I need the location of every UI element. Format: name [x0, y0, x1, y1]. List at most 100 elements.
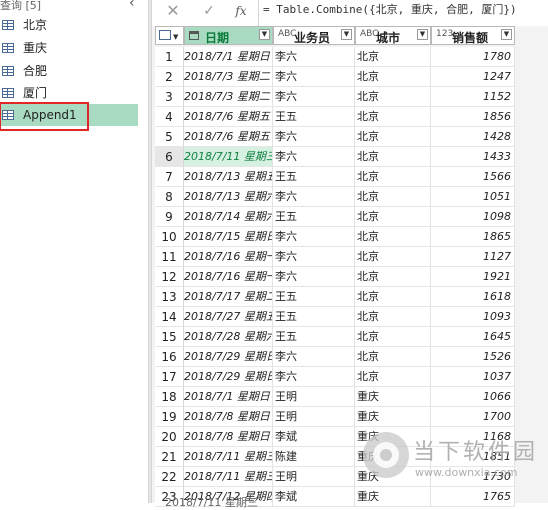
city-cell[interactable]: 北京 [355, 347, 431, 367]
salesperson-cell[interactable]: 李斌 [273, 487, 355, 507]
row-number[interactable]: 8 [155, 187, 184, 207]
salesperson-cell[interactable]: 李六 [273, 267, 355, 287]
query-item-beijing[interactable]: 北京 [0, 14, 138, 36]
fx-icon[interactable]: fx [230, 2, 252, 20]
sales-cell[interactable]: 1700 [431, 407, 515, 427]
date-cell[interactable]: 2018/7/29 星期日 [184, 347, 273, 367]
row-number[interactable]: 5 [155, 127, 184, 147]
date-cell[interactable]: 2018/7/1 星期日 [184, 387, 273, 407]
city-cell[interactable]: 北京 [355, 207, 431, 227]
date-cell[interactable]: 2018/7/27 星期五 [184, 307, 273, 327]
date-cell[interactable]: 2018/7/11 星期三 [184, 147, 273, 167]
city-cell[interactable]: 北京 [355, 287, 431, 307]
city-cell[interactable]: 北京 [355, 147, 431, 167]
sales-cell[interactable]: 1247 [431, 67, 515, 87]
sales-cell[interactable]: 1037 [431, 367, 515, 387]
row-number[interactable]: 14 [155, 307, 184, 327]
column-header[interactable]: 123 销售额 ▼ [431, 26, 515, 45]
filter-dropdown-icon[interactable]: ▼ [341, 29, 352, 40]
sales-cell[interactable]: 1765 [431, 487, 515, 507]
salesperson-cell[interactable]: 王五 [273, 167, 355, 187]
sales-cell[interactable]: 1098 [431, 207, 515, 227]
sales-cell[interactable]: 1127 [431, 247, 515, 267]
sales-cell[interactable]: 1093 [431, 307, 515, 327]
city-cell[interactable]: 北京 [355, 187, 431, 207]
city-cell[interactable]: 北京 [355, 67, 431, 87]
city-cell[interactable]: 北京 [355, 167, 431, 187]
salesperson-cell[interactable]: 李六 [273, 367, 355, 387]
row-number[interactable]: 2 [155, 67, 184, 87]
date-cell[interactable]: 2018/7/8 星期日 [184, 407, 273, 427]
sales-cell[interactable]: 1152 [431, 87, 515, 107]
date-cell[interactable]: 2018/7/13 星期五 [184, 167, 273, 187]
filter-dropdown-icon[interactable]: ▼ [259, 29, 270, 40]
date-cell[interactable]: 2018/7/6 星期五 [184, 107, 273, 127]
row-number[interactable]: 19 [155, 407, 184, 427]
row-number[interactable]: 18 [155, 387, 184, 407]
salesperson-cell[interactable]: 李六 [273, 187, 355, 207]
row-number[interactable]: 7 [155, 167, 184, 187]
city-cell[interactable]: 北京 [355, 367, 431, 387]
salesperson-cell[interactable]: 李六 [273, 87, 355, 107]
sales-cell[interactable]: 1780 [431, 47, 515, 67]
row-number[interactable]: 13 [155, 287, 184, 307]
sales-cell[interactable]: 1645 [431, 327, 515, 347]
salesperson-cell[interactable]: 王五 [273, 107, 355, 127]
sales-cell[interactable]: 1921 [431, 267, 515, 287]
row-number[interactable]: 9 [155, 207, 184, 227]
date-cell[interactable]: 2018/7/28 星期六 [184, 327, 273, 347]
salesperson-cell[interactable]: 王明 [273, 467, 355, 487]
salesperson-cell[interactable]: 王五 [273, 307, 355, 327]
date-cell[interactable]: 2018/7/17 星期二 [184, 287, 273, 307]
sales-cell[interactable]: 1730 [431, 467, 515, 487]
date-cell[interactable]: 2018/7/1 星期日 [184, 47, 273, 67]
query-item-hefei[interactable]: 合肥 [0, 60, 138, 82]
date-cell[interactable]: 2018/7/14 星期六 [184, 207, 273, 227]
salesperson-cell[interactable]: 李六 [273, 347, 355, 367]
row-number[interactable]: 15 [155, 327, 184, 347]
sales-cell[interactable]: 1168 [431, 427, 515, 447]
row-number[interactable]: 3 [155, 87, 184, 107]
sales-cell[interactable]: 1066 [431, 387, 515, 407]
date-cell[interactable]: 2018/7/15 星期日 [184, 227, 273, 247]
city-cell[interactable]: 北京 [355, 247, 431, 267]
sales-cell[interactable]: 1566 [431, 167, 515, 187]
formula-input[interactable]: = Table.Combine({北京, 重庆, 合肥, 厦门}) [263, 0, 517, 22]
city-cell[interactable]: 北京 [355, 327, 431, 347]
salesperson-cell[interactable]: 李六 [273, 67, 355, 87]
sales-cell[interactable]: 1051 [431, 187, 515, 207]
date-cell[interactable]: 2018/7/11 星期三 [184, 467, 273, 487]
cancel-icon[interactable]: ✕ [162, 2, 184, 20]
salesperson-cell[interactable]: 李斌 [273, 427, 355, 447]
date-cell[interactable]: 2018/7/8 星期日 [184, 427, 273, 447]
salesperson-cell[interactable]: 李六 [273, 127, 355, 147]
city-cell[interactable]: 北京 [355, 307, 431, 327]
query-item-append1[interactable]: Append1 [0, 104, 138, 126]
city-cell[interactable]: 重庆 [355, 407, 431, 427]
city-cell[interactable]: 重庆 [355, 447, 431, 467]
sales-cell[interactable]: 1526 [431, 347, 515, 367]
city-cell[interactable]: 北京 [355, 107, 431, 127]
salesperson-cell[interactable]: 王五 [273, 287, 355, 307]
date-cell[interactable]: 2018/7/3 星期二 [184, 87, 273, 107]
query-item-chongqing[interactable]: 重庆 [0, 37, 138, 59]
date-cell[interactable]: 2018/7/13 星期六 [184, 187, 273, 207]
date-cell[interactable]: 2018/7/16 星期一 [184, 247, 273, 267]
date-cell[interactable]: 2018/7/6 星期五 [184, 127, 273, 147]
date-cell[interactable]: 2018/7/11 星期三 [184, 447, 273, 467]
column-header[interactable]: 日期 ▼ [184, 26, 273, 45]
filter-dropdown-icon[interactable]: ▼ [417, 29, 428, 40]
city-cell[interactable]: 北京 [355, 267, 431, 287]
city-cell[interactable]: 重庆 [355, 387, 431, 407]
salesperson-cell[interactable]: 王明 [273, 407, 355, 427]
row-number[interactable]: 20 [155, 427, 184, 447]
sales-cell[interactable]: 1618 [431, 287, 515, 307]
collapse-pane-icon[interactable]: ‹ [129, 0, 135, 11]
row-number[interactable]: 1 [155, 47, 184, 67]
column-header[interactable]: ABC 城市 ▼ [355, 26, 431, 45]
query-item-xiamen[interactable]: 厦门 [0, 82, 138, 104]
sales-cell[interactable]: 1856 [431, 107, 515, 127]
city-cell[interactable]: 重庆 [355, 467, 431, 487]
sales-cell[interactable]: 1433 [431, 147, 515, 167]
salesperson-cell[interactable]: 李六 [273, 47, 355, 67]
